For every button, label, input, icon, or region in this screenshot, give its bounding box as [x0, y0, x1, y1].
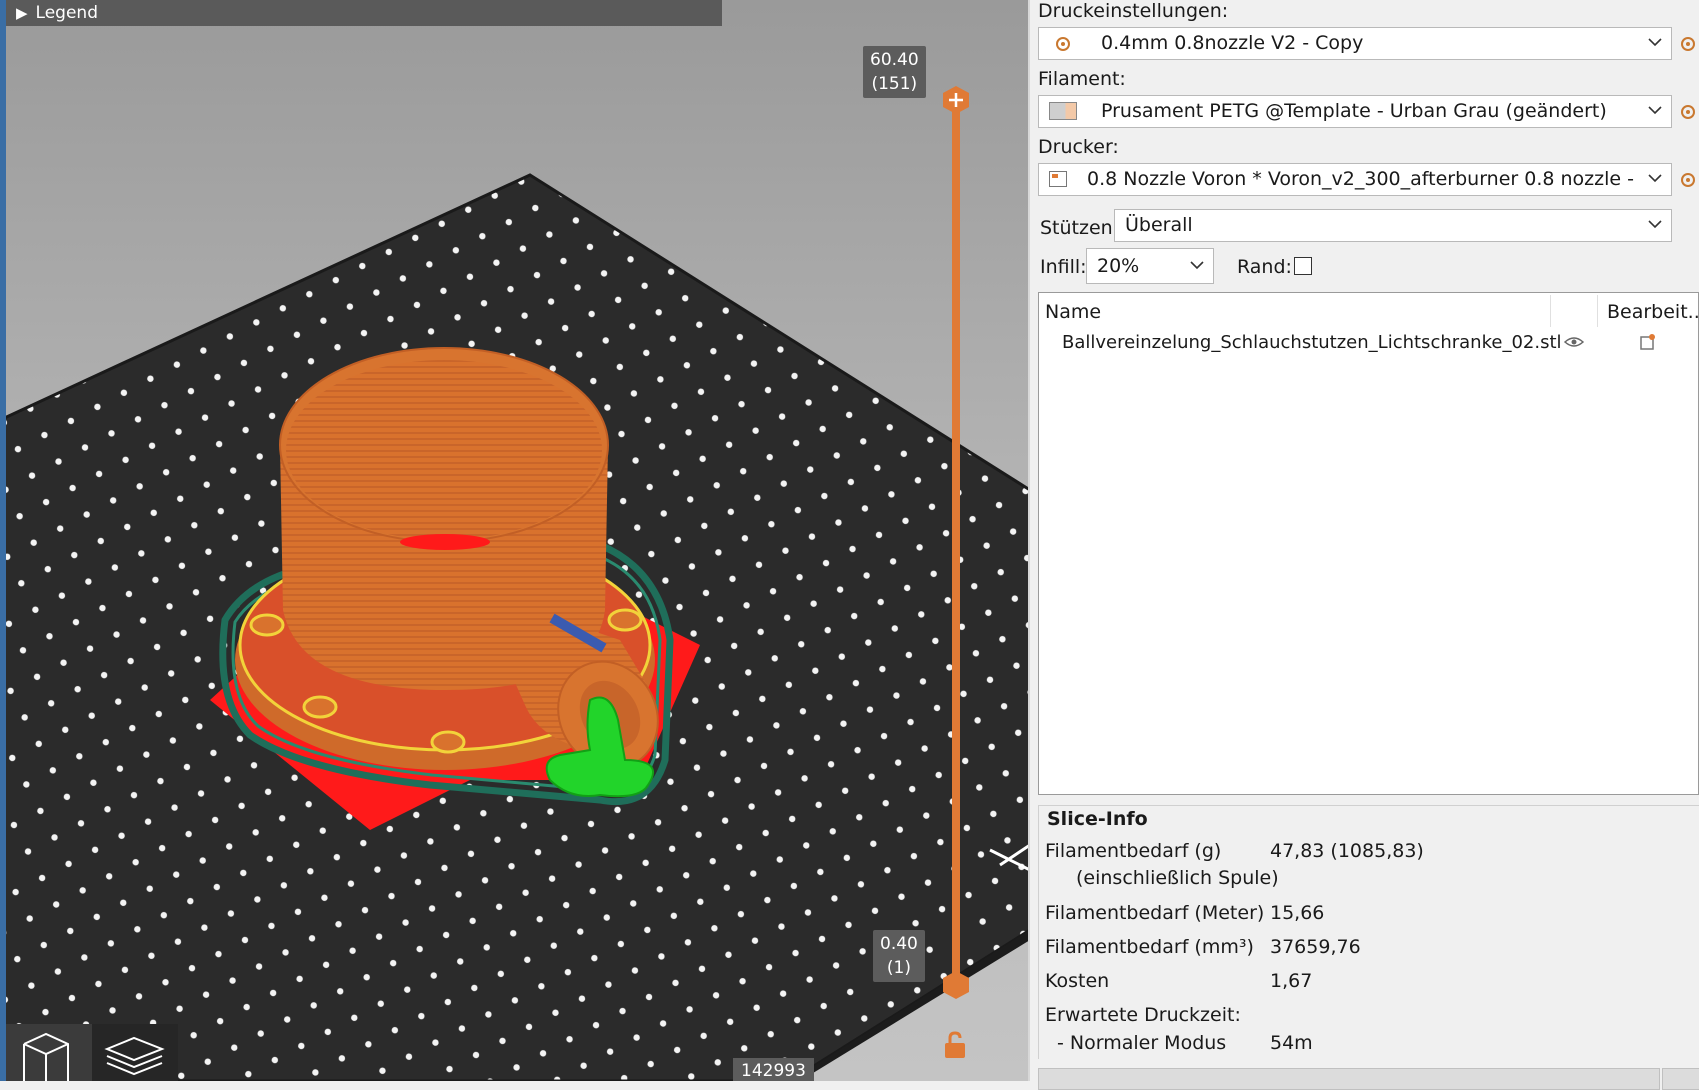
column-separator [1550, 295, 1551, 327]
supports-select[interactable]: Überall [1114, 209, 1672, 242]
chevron-down-icon [1648, 220, 1662, 229]
filament-select[interactable]: Prusament PETG @Template - Urban Grau (g… [1038, 95, 1672, 128]
flange-hole [249, 613, 285, 637]
printer-select[interactable]: 0.8 Nozzle Voron * Voron_v2_300_afterbur… [1038, 163, 1672, 196]
slice-info-title: Slice-Info [1047, 808, 1148, 830]
infill-value: 20% [1097, 255, 1140, 277]
3d-view-cube-icon[interactable] [6, 1024, 92, 1081]
chevron-down-icon [1648, 38, 1662, 47]
filament-label: Filament: [1038, 68, 1126, 90]
slice-info-label: Filamentbedarf (mm³) [1045, 936, 1254, 958]
slice-info-label: Filamentbedarf (g) [1045, 840, 1222, 862]
print-settings-select[interactable]: 0.4mm 0.8nozzle V2 - Copy [1038, 27, 1672, 60]
slice-info-value: 15,66 [1270, 902, 1325, 924]
slice-info-label: Kosten [1045, 970, 1110, 992]
flange-hole [302, 695, 338, 719]
slice-info-label: Filamentbedarf (Meter) [1045, 902, 1265, 924]
supports-value: Überall [1125, 214, 1193, 236]
legend-toggle[interactable]: ▶ Legend [6, 0, 722, 26]
brim-label: Rand: [1237, 256, 1292, 278]
object-row[interactable]: Ballvereinzelung_Schlauchstutzen_Lichtsc… [1039, 329, 1698, 361]
layer-slider-track[interactable] [952, 100, 960, 984]
brim-checkbox[interactable] [1294, 257, 1312, 275]
slice-info-value: 47,83 (1085,83) [1270, 840, 1424, 862]
slider-top-thumb[interactable] [941, 85, 971, 115]
slice-info-label: Erwartete Druckzeit: [1045, 1004, 1241, 1026]
slider-bottom-height: 0.40 [880, 934, 918, 954]
left-edge-strip [0, 0, 6, 1081]
object-name: Ballvereinzelung_Schlauchstutzen_Lichtsc… [1062, 332, 1562, 353]
slice-button[interactable] [1038, 1068, 1660, 1090]
print-settings-value: 0.4mm 0.8nozzle V2 - Copy [1101, 32, 1364, 54]
printer-label: Drucker: [1038, 136, 1119, 158]
slice-info-label: - Normaler Modus [1057, 1032, 1227, 1054]
view-mode-buttons [6, 1024, 178, 1081]
cylinder-inner [286, 360, 602, 540]
filament-value: Prusament PETG @Template - Urban Grau (g… [1101, 100, 1607, 122]
cylinder-floor [400, 534, 490, 550]
column-edit[interactable]: Bearbeit... [1607, 301, 1699, 323]
legend-label: Legend [35, 3, 98, 23]
slider-bottom-thumb[interactable] [941, 970, 971, 1000]
eye-icon[interactable] [1564, 335, 1584, 349]
print-settings-label: Druckeinstellungen: [1038, 0, 1229, 22]
slice-info-value: 1,67 [1270, 970, 1313, 992]
slider-top-layer: (151) [871, 74, 918, 94]
lock-icon[interactable] [942, 1030, 968, 1060]
printer-icon [1049, 171, 1067, 187]
column-separator [1597, 295, 1598, 327]
object-list[interactable]: Name Bearbeit... Ballvereinzelung_Schlau… [1038, 292, 1699, 795]
column-name[interactable]: Name [1045, 301, 1101, 323]
3d-viewport[interactable]: ▶ Legend 60.40 (151) 0.40 (1) 142993 [0, 0, 1030, 1081]
slice-info-value: 37659,76 [1270, 936, 1361, 958]
chevron-down-icon [1190, 261, 1204, 270]
slider-bottom-label: 0.40 (1) [873, 930, 925, 982]
gear-icon [1056, 37, 1070, 51]
slice-info-box: Slice-Info Filamentbedarf (g) (einschlie… [1038, 805, 1699, 1059]
flange-hole [430, 730, 466, 754]
gear-icon[interactable] [1678, 102, 1698, 122]
chevron-down-icon [1648, 174, 1662, 183]
slider-top-label: 60.40 (151) [863, 46, 926, 98]
slice-info-value: 54m [1270, 1032, 1313, 1054]
object-list-header: Name Bearbeit... [1039, 293, 1699, 329]
gear-icon[interactable] [1678, 34, 1698, 54]
slider-bottom-layer: (1) [886, 958, 911, 978]
move-counter: 142993 [733, 1058, 814, 1081]
printer-value: 0.8 Nozzle Voron * Voron_v2_300_afterbur… [1087, 168, 1642, 190]
expand-triangle-icon: ▶ [16, 4, 28, 22]
edit-icon[interactable] [1639, 333, 1657, 351]
chevron-down-icon [1648, 106, 1662, 115]
print-preview-scene[interactable] [0, 0, 1030, 1081]
supports-label: Stützen: [1040, 217, 1120, 239]
slice-info-label: (einschließlich Spule) [1076, 867, 1279, 889]
export-button[interactable] [1662, 1068, 1699, 1090]
filament-color-swatch [1049, 102, 1077, 120]
slider-top-height: 60.40 [870, 50, 919, 70]
infill-select[interactable]: 20% [1086, 248, 1214, 284]
layers-view-icon[interactable] [92, 1024, 178, 1081]
flange-hole [607, 608, 643, 632]
gear-icon[interactable] [1678, 170, 1698, 190]
infill-label: Infill: [1040, 256, 1087, 278]
settings-panel: Druckeinstellungen: 0.4mm 0.8nozzle V2 -… [1030, 0, 1699, 1090]
